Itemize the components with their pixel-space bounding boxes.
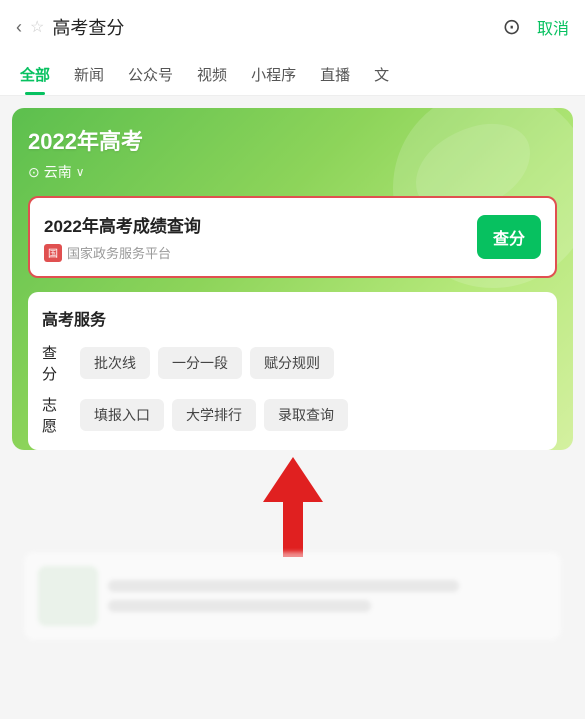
row-label-2: 志愿 (42, 394, 70, 436)
tab-text[interactable]: 文 (362, 54, 401, 95)
location-text: 云南 (44, 162, 72, 182)
service-tag-tianbao[interactable]: 填报入口 (80, 399, 164, 431)
tab-mini[interactable]: 小程序 (239, 54, 308, 95)
tab-video[interactable]: 视频 (185, 54, 239, 95)
top-bar-right: ⊙ 取消 (503, 14, 569, 40)
chevron-down-icon[interactable]: ∨ (76, 165, 85, 179)
location-row: ⊙ 云南 ∨ (28, 162, 557, 182)
blurred-line-2 (108, 600, 371, 612)
back-icon[interactable]: ‹ (16, 17, 22, 38)
tab-all[interactable]: 全部 (8, 54, 62, 95)
tab-live[interactable]: 直播 (308, 54, 362, 95)
source-text: 国家政务服务平台 (67, 243, 171, 262)
blurred-line-1 (108, 580, 459, 592)
tab-official[interactable]: 公众号 (116, 54, 185, 95)
cancel-button[interactable]: 取消 (537, 15, 569, 39)
arrow-container (12, 452, 573, 552)
tab-bar: 全部 新闻 公众号 视频 小程序 直播 文 (0, 54, 585, 96)
bottom-blurred (12, 552, 573, 640)
tab-news[interactable]: 新闻 (62, 54, 116, 95)
result-source: 国 国家政务服务平台 (44, 243, 477, 262)
camera-icon[interactable]: ⊙ (503, 14, 521, 40)
top-bar-left: ‹ ☆ 高考查分 (16, 14, 124, 40)
source-icon: 国 (44, 244, 62, 262)
result-card: 2022年高考成绩查询 国 国家政务服务平台 查分 (28, 196, 557, 278)
green-card: 2022年高考 ⊙ 云南 ∨ 2022年高考成绩查询 国 国家政务服务平台 查分… (12, 108, 573, 450)
result-card-left: 2022年高考成绩查询 国 国家政务服务平台 (44, 212, 477, 262)
query-button[interactable]: 查分 (477, 215, 541, 259)
service-tag-daxue[interactable]: 大学排行 (172, 399, 256, 431)
blurred-lines (108, 566, 547, 626)
star-icon[interactable]: ☆ (30, 17, 44, 37)
top-bar: ‹ ☆ 高考查分 ⊙ 取消 (0, 0, 585, 54)
content-area: 2022年高考 ⊙ 云南 ∨ 2022年高考成绩查询 国 国家政务服务平台 查分… (0, 96, 585, 652)
service-tags-2: 填报入口 大学排行 录取查询 (80, 399, 348, 431)
card-title: 2022年高考 (28, 124, 557, 156)
service-tags-1: 批次线 一分一段 赋分规则 (80, 347, 334, 379)
blurred-thumb (38, 566, 98, 626)
service-tag-pici[interactable]: 批次线 (80, 347, 150, 379)
row-label-1: 查分 (42, 342, 70, 384)
services-row-1: 查分 批次线 一分一段 赋分规则 (42, 342, 543, 384)
services-title: 高考服务 (42, 306, 543, 330)
result-title: 2022年高考成绩查询 (44, 212, 477, 237)
arrow-svg (253, 452, 333, 562)
blurred-card (24, 552, 561, 640)
services-row-2: 志愿 填报入口 大学排行 录取查询 (42, 394, 543, 436)
services-section: 高考服务 查分 批次线 一分一段 赋分规则 志愿 填报入口 大学排行 (28, 292, 557, 450)
page-title: 高考查分 (52, 14, 124, 40)
service-tag-luqu[interactable]: 录取查询 (264, 399, 348, 431)
service-tag-fufen[interactable]: 赋分规则 (250, 347, 334, 379)
service-tag-yifenyiduan[interactable]: 一分一段 (158, 347, 242, 379)
location-pin-icon: ⊙ (28, 164, 40, 181)
services-grid: 查分 批次线 一分一段 赋分规则 志愿 填报入口 大学排行 录取查询 (42, 342, 543, 436)
